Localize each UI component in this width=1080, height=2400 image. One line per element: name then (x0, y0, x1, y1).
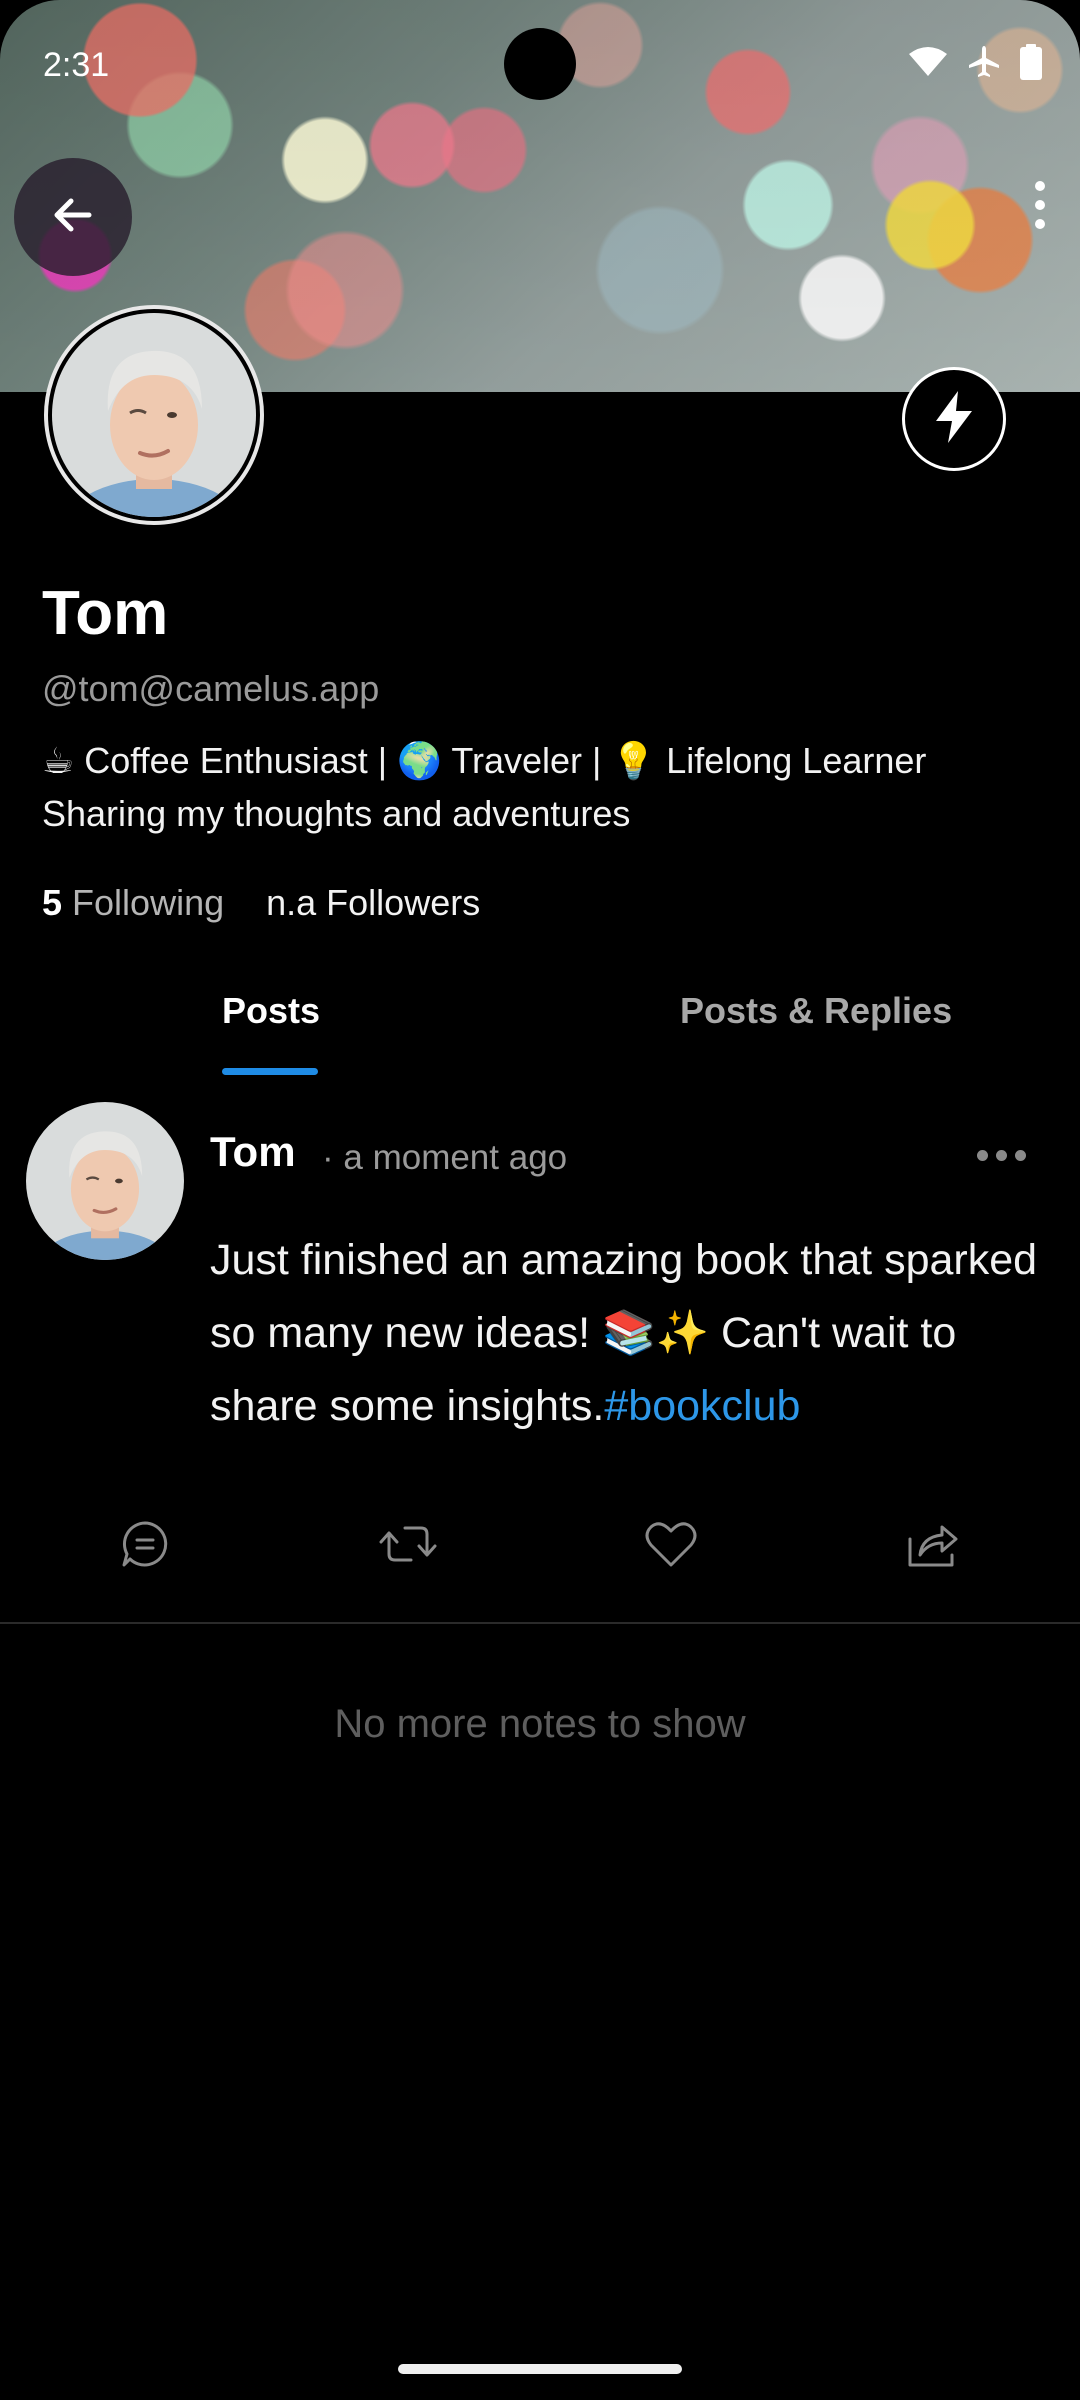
repost-button[interactable] (378, 1516, 438, 1576)
vertical-dots-icon (1035, 181, 1045, 191)
like-icon (644, 1519, 698, 1574)
avatar-image (52, 313, 256, 517)
followers-stat[interactable]: n.a Followers (266, 882, 480, 924)
tab-posts[interactable]: Posts (222, 990, 320, 1032)
post-content: Just finished an amazing book that spark… (210, 1224, 1050, 1443)
zap-button[interactable] (902, 367, 1006, 471)
back-button[interactable] (14, 158, 132, 276)
horizontal-dots-icon (977, 1150, 988, 1161)
profile-name: Tom (42, 579, 169, 648)
home-indicator[interactable] (398, 2364, 682, 2374)
post-timestamp: · a moment ago (322, 1138, 568, 1177)
status-bar: 2:31 (0, 0, 1080, 130)
wifi-icon (908, 46, 948, 78)
status-icons (908, 44, 1042, 80)
bio-line: ☕ Coffee Enthusiast | 🌍 Traveler | 💡 Lif… (42, 740, 927, 781)
post-item[interactable]: Tom · a moment ago Just finished an amaz… (0, 1098, 1080, 1624)
reply-button[interactable] (115, 1516, 175, 1576)
hashtag-link[interactable]: #bookclub (604, 1382, 800, 1430)
like-button[interactable] (641, 1516, 701, 1576)
airplane-icon (966, 44, 1002, 80)
share-button[interactable] (903, 1516, 963, 1576)
post-author-avatar[interactable] (26, 1102, 184, 1260)
post-actions (0, 1516, 1080, 1586)
profile-bio: ☕ Coffee Enthusiast | 🌍 Traveler | 💡 Lif… (42, 734, 1052, 840)
camera-cutout (504, 28, 576, 100)
profile-avatar[interactable] (44, 305, 264, 525)
active-tab-indicator (222, 1068, 318, 1075)
post-menu-button[interactable] (977, 1150, 1026, 1161)
following-label: Following (72, 882, 225, 923)
arrow-left-icon (53, 197, 93, 238)
more-options-button[interactable] (1020, 170, 1060, 240)
post-author-name[interactable]: Tom (210, 1128, 296, 1176)
battery-icon (1020, 44, 1042, 80)
bio-line: Sharing my thoughts and adventures (42, 793, 631, 834)
status-time: 2:31 (43, 46, 110, 84)
profile-screen: 2:31 Tom @tom@camelus.app ☕ Coffee Enthu… (0, 0, 1080, 2400)
following-stat[interactable]: 5 Following (42, 882, 224, 924)
reply-icon (119, 1518, 171, 1575)
profile-handle: @tom@camelus.app (42, 668, 380, 709)
feed-end-message: No more notes to show (334, 1702, 746, 1746)
lightning-icon (932, 389, 976, 450)
repost-icon (377, 1518, 439, 1575)
tab-posts-and-replies[interactable]: Posts & Replies (680, 990, 952, 1032)
share-icon (906, 1519, 960, 1574)
following-count: 5 (42, 882, 63, 923)
profile-tabs: Posts Posts & Replies (0, 960, 1080, 1076)
profile-stats: 5 Following n.a Followers (42, 882, 480, 924)
